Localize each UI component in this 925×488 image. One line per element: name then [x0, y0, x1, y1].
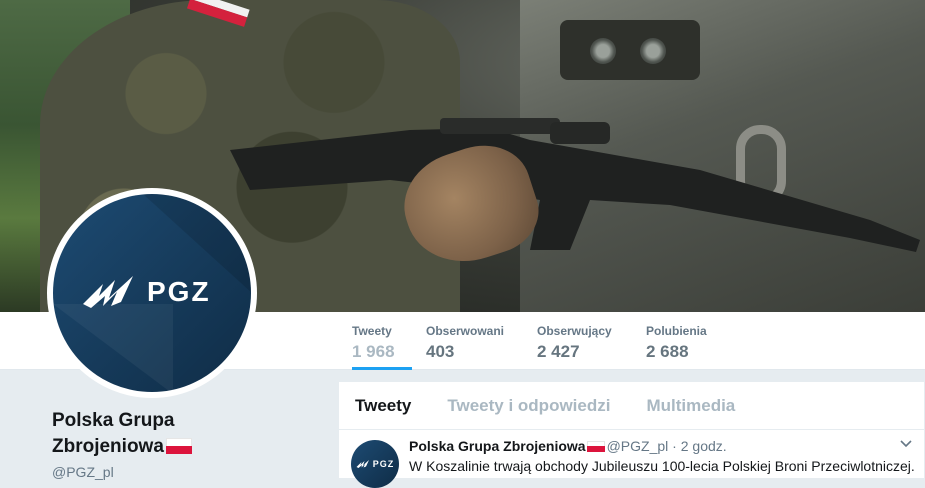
- stat-following-label: Obserwowani: [426, 324, 505, 338]
- stat-followers[interactable]: Obserwujący 2 427: [537, 324, 612, 370]
- profile-avatar[interactable]: PGZ: [47, 188, 257, 398]
- tweet-avatar-text: PGZ: [372, 459, 395, 469]
- stat-tweets-value: 1 968: [352, 342, 395, 361]
- pgz-logo-icon: [356, 460, 369, 468]
- timeline: Tweety Tweety i odpowiedzi Multimedia PG…: [338, 381, 925, 488]
- tweet-header: Polska Grupa Zbrojeniowa @PGZ_pl · 2 godz…: [409, 438, 727, 454]
- timeline-tabs: Tweety Tweety i odpowiedzi Multimedia: [339, 382, 924, 430]
- poland-flag-icon: [165, 438, 192, 454]
- tweet-author-handle[interactable]: @PGZ_pl: [607, 438, 669, 454]
- stat-tweets-label: Tweety: [352, 324, 392, 338]
- stat-followers-value: 2 427: [537, 342, 580, 361]
- stat-likes-label: Polubienia: [646, 324, 707, 338]
- tweet[interactable]: PGZ Polska Grupa Zbrojeniowa @PGZ_pl · 2 …: [339, 430, 924, 488]
- stat-followers-label: Obserwujący: [537, 324, 612, 338]
- poland-flag-icon: [586, 441, 605, 452]
- pgz-logo-icon: [83, 276, 133, 308]
- tweet-avatar[interactable]: PGZ: [351, 440, 399, 488]
- profile-name[interactable]: Polska Grupa Zbrojeniowa: [52, 408, 272, 460]
- profile-name-line2: Zbrojeniowa: [52, 436, 164, 457]
- avatar-facet: [53, 304, 173, 392]
- tweet-separator: ·: [672, 438, 677, 454]
- pgz-logo: PGZ: [81, 272, 211, 312]
- cover-rifle: [230, 118, 920, 252]
- chevron-down-icon[interactable]: [900, 438, 912, 450]
- stat-likes-value: 2 688: [646, 342, 689, 361]
- cover-vehicle-light: [640, 38, 666, 64]
- tweet-timestamp[interactable]: 2 godz.: [681, 438, 727, 454]
- profile-handle[interactable]: @PGZ_pl: [52, 464, 114, 480]
- cover-vehicle-panel: [560, 20, 700, 80]
- tab-tweets-and-replies[interactable]: Tweety i odpowiedzi: [447, 396, 610, 416]
- avatar-image: PGZ: [53, 194, 251, 392]
- cover-vehicle-light: [590, 38, 616, 64]
- tab-tweets[interactable]: Tweety: [355, 396, 411, 416]
- profile-name-line1: Polska Grupa: [52, 410, 175, 431]
- tweet-text: W Koszalinie trwają obchody Jubileuszu 1…: [409, 458, 915, 474]
- stat-following[interactable]: Obserwowani 403: [426, 324, 504, 370]
- stat-likes[interactable]: Polubienia 2 688: [646, 324, 707, 370]
- pgz-logo-text: PGZ: [147, 276, 211, 307]
- tweet-author-name[interactable]: Polska Grupa Zbrojeniowa: [409, 438, 586, 454]
- stat-tweets[interactable]: Tweety 1 968: [352, 312, 412, 370]
- stat-following-value: 403: [426, 342, 455, 361]
- tab-media[interactable]: Multimedia: [646, 396, 735, 416]
